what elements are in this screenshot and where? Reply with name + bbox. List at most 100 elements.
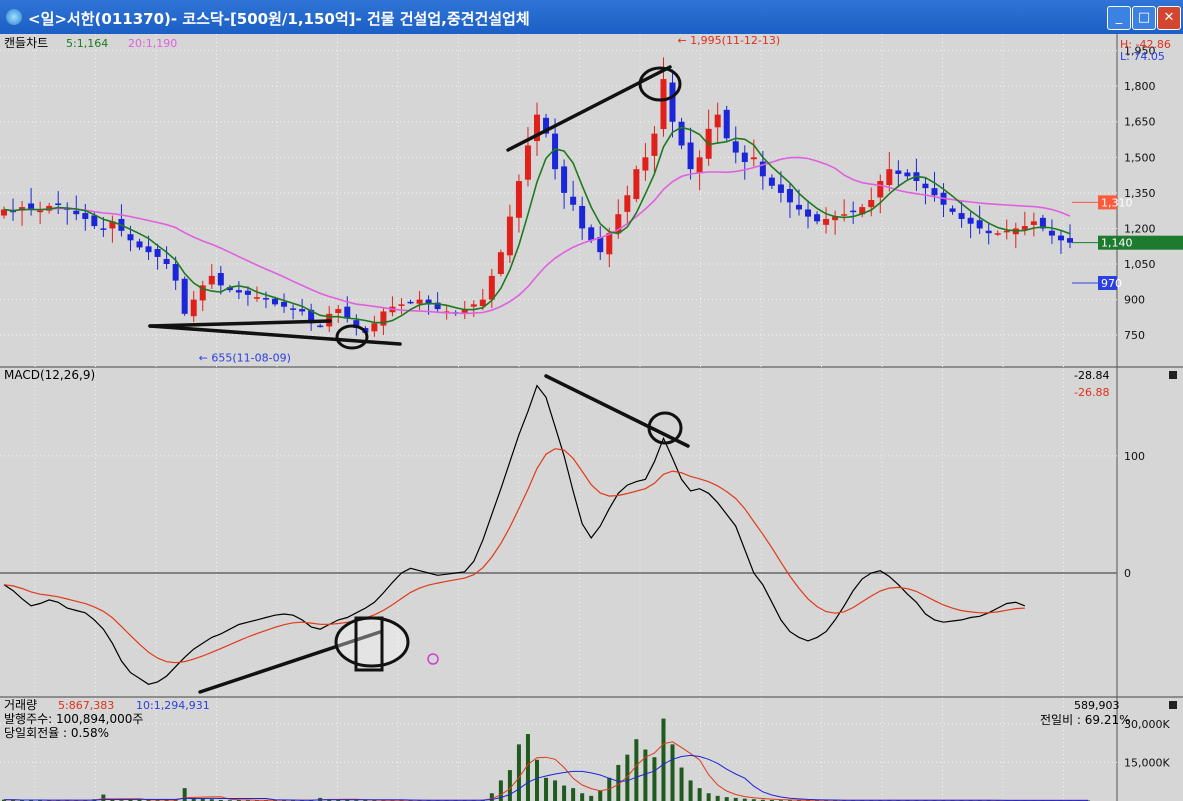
ma20-legend: 20:1,190: [128, 37, 177, 50]
stock-chart-area[interactable]: 7509001,0501,2001,3501,5001,6501,8001,95…: [0, 34, 1183, 801]
candle-body: [154, 249, 161, 257]
title-bar: <일>서한(011370)- 코스닥-[500원/1,150억]- 건물 건설업…: [0, 0, 1183, 34]
volume-bar: [562, 785, 567, 801]
candle-body: [136, 241, 143, 248]
candle-body: [145, 246, 152, 253]
signal-value: -26.88: [1074, 386, 1109, 399]
candle-body: [253, 297, 260, 299]
candle-body: [1067, 238, 1073, 243]
candle-body: [768, 177, 775, 186]
volume-panel-close-icon[interactable]: [1169, 701, 1177, 709]
candle-body: [777, 184, 784, 193]
candle-body: [217, 273, 224, 286]
candle-body: [624, 195, 631, 212]
candle-body: [55, 203, 62, 205]
candle-body: [398, 304, 405, 306]
candle-body: [958, 213, 965, 219]
candle-body: [506, 216, 513, 256]
candle-body: [886, 169, 893, 186]
candle-body: [1057, 235, 1064, 241]
vol-ma10-legend: 10:1,294,931: [136, 699, 210, 712]
ma5-legend: 5:1,164: [66, 37, 108, 50]
volume-bar: [580, 793, 585, 801]
candle-body: [985, 230, 992, 234]
candle-body: [172, 264, 179, 281]
shares-issued: 발행주수: 100,894,000주: [4, 711, 143, 726]
candle-body: [190, 299, 197, 317]
candle-body: [868, 200, 875, 208]
candle-body: [714, 114, 721, 128]
candle-body: [732, 141, 739, 153]
volume-bar: [661, 718, 666, 801]
volume-bar: [724, 797, 729, 801]
candle-body: [208, 275, 215, 285]
price-tick-label: 1,500: [1124, 151, 1156, 164]
volume-bar: [553, 780, 558, 801]
volume-tick-label: 15,000K: [1124, 756, 1170, 769]
macd-tick-label: 100: [1124, 450, 1145, 463]
price-annotation: ← 1,995(11-12-13): [677, 34, 780, 47]
candle-body: [669, 82, 676, 122]
volume-bar: [535, 759, 539, 801]
candle-body: [181, 278, 188, 314]
candle-body: [497, 252, 504, 274]
candle-body: [317, 325, 324, 328]
price-annotation: ← 655(11-08-09): [199, 352, 291, 365]
price-badge-label: 1,140: [1101, 237, 1133, 250]
turnover-rate: 당일회전율 : 0.58%: [4, 726, 109, 740]
volume-bar: [670, 744, 675, 801]
candle-body: [163, 258, 170, 265]
candle-body: [371, 323, 378, 332]
macd-tick-label: 0: [1124, 567, 1131, 580]
candle-body: [949, 208, 956, 212]
candle-body: [642, 157, 649, 171]
price-badge-label: 1,310: [1101, 196, 1133, 209]
volume-bar: [571, 788, 576, 801]
candle-body: [524, 145, 531, 180]
candle-body: [37, 210, 44, 213]
volume-bar: [688, 780, 693, 801]
candle-body: [850, 210, 857, 213]
candle-body: [597, 237, 604, 253]
candle-body: [299, 309, 306, 312]
candle-body: [805, 209, 812, 217]
candle-body: [416, 299, 423, 304]
candle-body: [606, 233, 613, 255]
candle-body: [931, 188, 938, 196]
candle-body: [651, 133, 658, 156]
candle-body: [82, 213, 89, 219]
price-badge-label: 970: [1101, 277, 1122, 290]
macd-panel-close-icon[interactable]: [1169, 371, 1177, 379]
candle-body: [73, 210, 80, 215]
candle-body: [561, 166, 568, 193]
price-tick-label: 1,200: [1124, 222, 1156, 235]
candle-body: [823, 218, 830, 225]
vol-ma5-legend: 5:867,383: [58, 699, 114, 712]
price-tick-label: 900: [1124, 294, 1145, 307]
candle-body: [335, 309, 342, 314]
candle-body: [922, 183, 929, 189]
volume-bar: [679, 767, 684, 801]
volume-legend-label: 거래량: [4, 698, 37, 712]
minimize-button[interactable]: _: [1107, 6, 1131, 30]
volume-bar: [598, 790, 603, 801]
close-button[interactable]: ✕: [1157, 6, 1181, 30]
candle-body: [28, 203, 35, 210]
candle-body: [633, 169, 640, 200]
volume-bar: [706, 793, 711, 801]
candle-body: [786, 189, 793, 203]
app-icon: [6, 9, 22, 25]
volume-prev-ratio: 전일비 : 69.21%: [1040, 713, 1131, 727]
candle-body: [407, 301, 414, 304]
candle-body: [470, 304, 477, 307]
price-tick-label: 1,050: [1124, 258, 1156, 271]
volume-bar: [525, 734, 530, 801]
candle-body: [100, 228, 107, 230]
maximize-button[interactable]: □: [1132, 6, 1156, 30]
volume-last: 589,903: [1074, 699, 1120, 712]
candle-body: [814, 214, 821, 222]
volume-bar: [589, 795, 594, 801]
volume-bar: [715, 795, 720, 801]
volume-bar: [507, 770, 512, 801]
volume-tick-label: 30,000K: [1124, 718, 1170, 731]
